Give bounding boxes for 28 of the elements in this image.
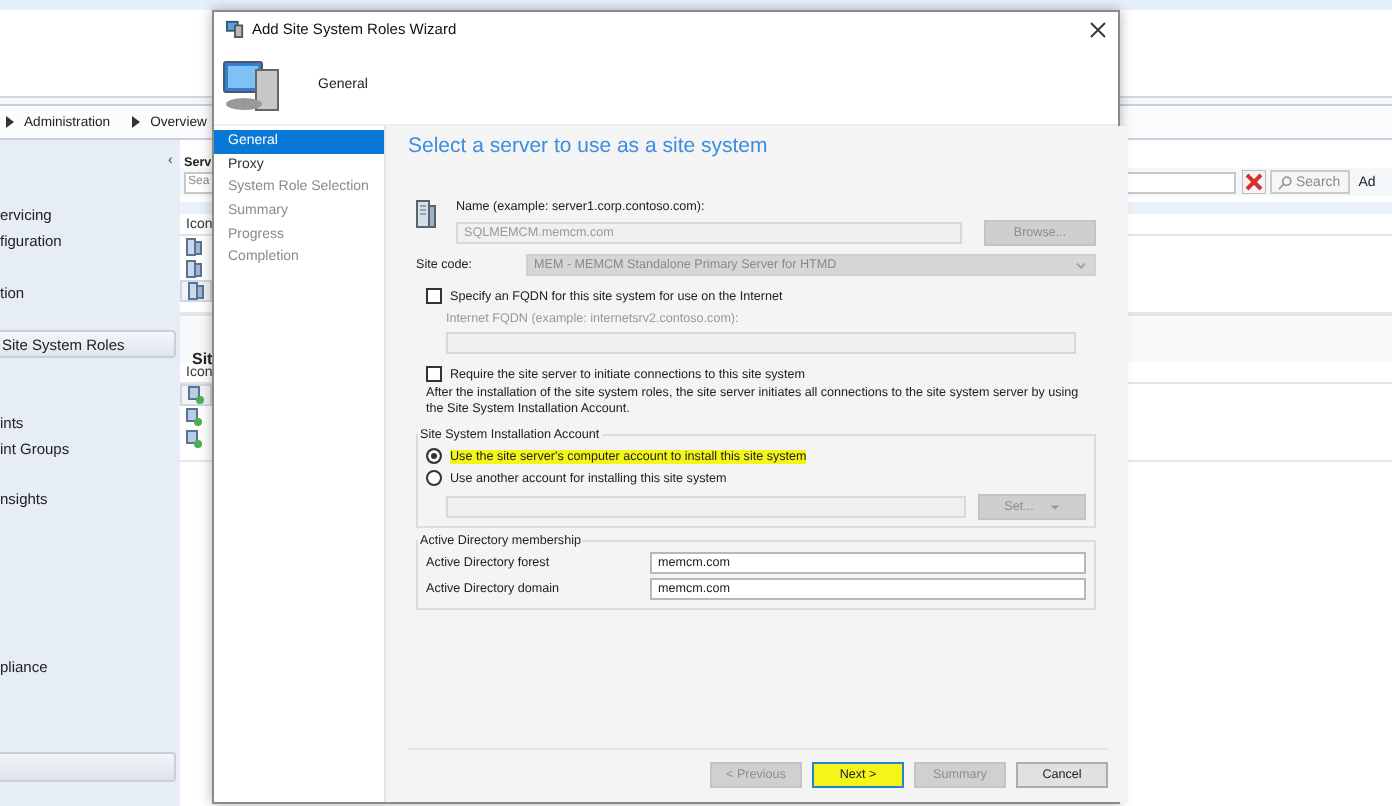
checkbox[interactable]: [426, 288, 442, 304]
radio-button[interactable]: [426, 448, 442, 464]
server-icon: [186, 238, 202, 256]
server-icon: [186, 260, 202, 278]
checkbox[interactable]: [426, 366, 442, 382]
role-icon: [186, 408, 202, 426]
close-icon[interactable]: [1090, 21, 1106, 37]
table-row[interactable]: [180, 236, 208, 258]
table-row[interactable]: [180, 384, 212, 406]
chevron-icon: [6, 116, 14, 128]
table-row[interactable]: [180, 280, 212, 302]
table-row[interactable]: [180, 406, 208, 428]
search-icon: [1278, 175, 1292, 189]
role-icon: [186, 430, 202, 448]
dropdown-icon: [1076, 261, 1086, 269]
radio-button[interactable]: [426, 470, 442, 486]
dropdown-icon: [1049, 503, 1060, 511]
chevron-icon: [132, 116, 141, 128]
clear-icon[interactable]: [1242, 170, 1266, 194]
table-row[interactable]: [180, 258, 208, 280]
server-icon: [416, 200, 436, 228]
server-icon: [188, 282, 204, 300]
wizard-icon: [226, 20, 244, 38]
pane-title: Sit: [192, 350, 213, 368]
page-heading: Select a server to use as a site system: [408, 134, 770, 158]
role-icon: [188, 386, 204, 404]
table-row[interactable]: [180, 428, 208, 450]
computer-icon: [222, 57, 282, 113]
